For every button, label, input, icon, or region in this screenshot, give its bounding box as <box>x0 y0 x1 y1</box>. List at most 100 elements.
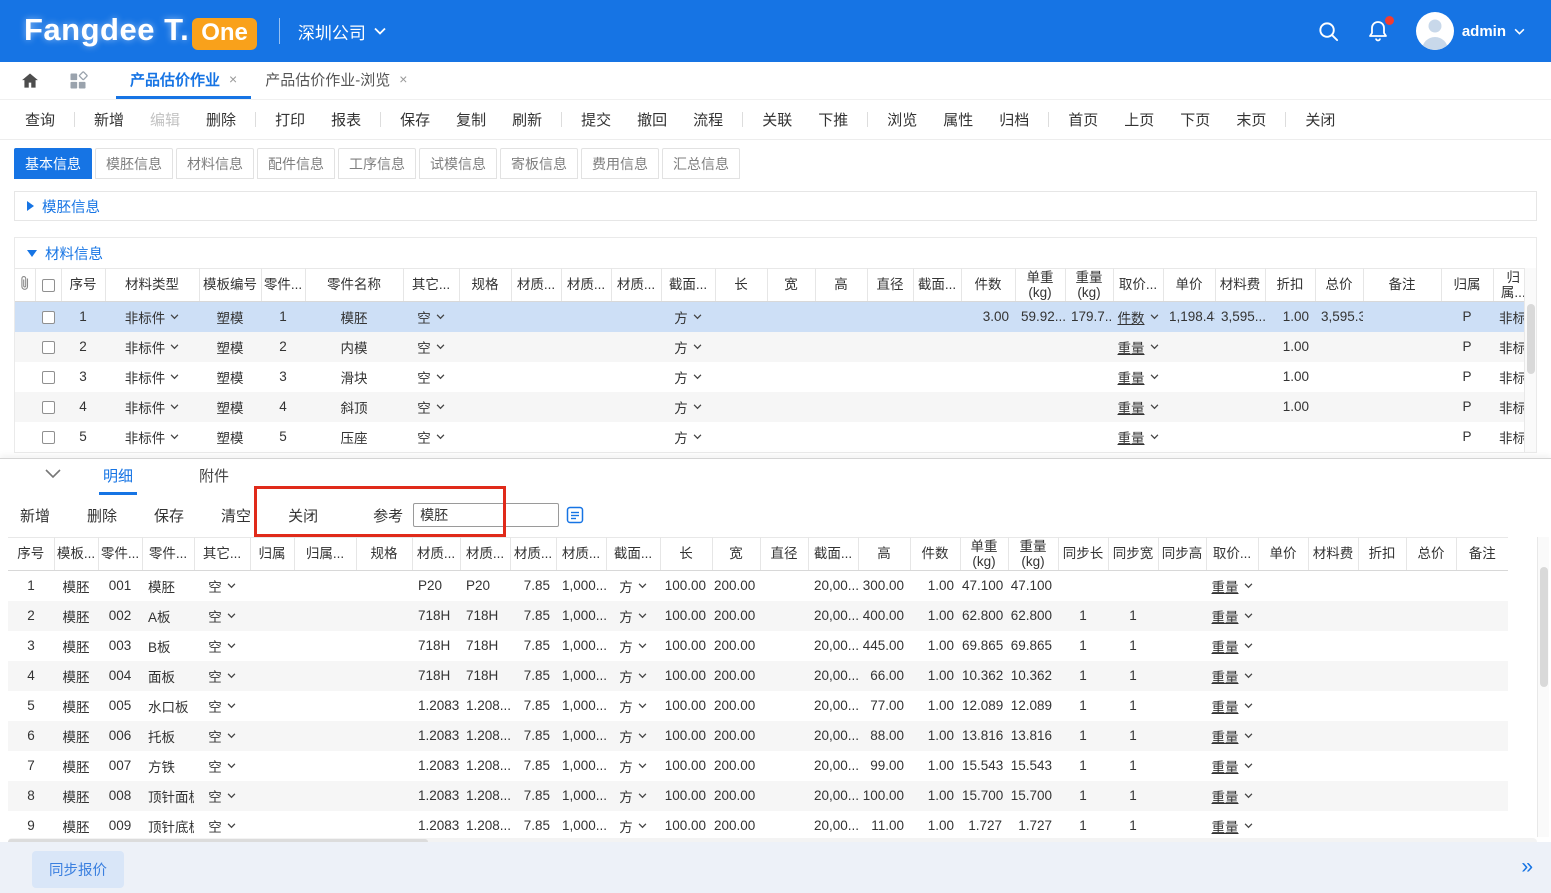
cell-cb[interactable] <box>35 332 61 362</box>
cell-price_mode[interactable]: 重量 <box>1206 661 1258 691</box>
cell-other[interactable]: 空 <box>403 422 459 452</box>
cell-section[interactable]: 方 <box>606 811 660 838</box>
detail-toolbar-item[interactable]: 新增 <box>20 505 50 526</box>
toolbar-item[interactable]: 关闭 <box>1305 109 1335 130</box>
home-icon[interactable] <box>20 62 40 99</box>
table-row[interactable]: 2模胚002A板空718H718H7.851,000...方100.00200.… <box>8 601 1508 631</box>
info-tab[interactable]: 试模信息 <box>419 148 497 179</box>
table-row[interactable]: 2非标件塑模2内模空方重量1.00P非标件 <box>15 332 1533 362</box>
workspace-tab[interactable]: 产品估价作业-浏览× <box>251 62 421 99</box>
toolbar-item[interactable]: 复制 <box>456 109 486 130</box>
cell-other[interactable]: 空 <box>403 392 459 422</box>
cell-cb[interactable] <box>35 302 61 332</box>
cell-other[interactable]: 空 <box>194 571 250 601</box>
apps-grid-icon[interactable] <box>68 62 88 99</box>
cell-other[interactable]: 空 <box>194 631 250 661</box>
cell-section[interactable]: 方 <box>661 392 715 422</box>
cell-price_mode[interactable]: 件数 <box>1113 302 1163 332</box>
expand-right-icon[interactable]: » <box>1521 856 1533 877</box>
cell-price_mode[interactable]: 重量 <box>1206 781 1258 811</box>
workspace-tab[interactable]: 产品估价作业× <box>116 62 251 99</box>
table-row[interactable]: 6模胚006托板空1.2083H1.208...7.851,000...方100… <box>8 721 1508 751</box>
toolbar-item[interactable]: 查询 <box>25 109 55 130</box>
row-checkbox[interactable] <box>42 341 55 354</box>
cell-section[interactable]: 方 <box>661 332 715 362</box>
cell-price_mode[interactable]: 重量 <box>1113 332 1163 362</box>
toolbar-item[interactable]: 保存 <box>400 109 430 130</box>
bell-icon[interactable] <box>1366 19 1390 43</box>
toolbar-item[interactable]: 属性 <box>943 109 973 130</box>
cell-other[interactable]: 空 <box>403 302 459 332</box>
toolbar-item[interactable]: 报表 <box>331 109 361 130</box>
cell-other[interactable]: 空 <box>194 781 250 811</box>
cell-other[interactable]: 空 <box>194 751 250 781</box>
cell-other[interactable]: 空 <box>194 721 250 751</box>
row-checkbox[interactable] <box>42 311 55 324</box>
table-row[interactable]: 5模胚005水口板空1.2083H1.208...7.851,000...方10… <box>8 691 1508 721</box>
tab-close-icon[interactable]: × <box>229 71 237 87</box>
cell-price_mode[interactable]: 重量 <box>1113 392 1163 422</box>
toolbar-item[interactable]: 下页 <box>1180 109 1210 130</box>
cell-section[interactable]: 方 <box>606 661 660 691</box>
cell-price_mode[interactable]: 重量 <box>1206 751 1258 781</box>
detail-toolbar-item[interactable]: 清空 <box>221 505 251 526</box>
table-row[interactable]: 5非标件塑模5压座空方重量P非标件 <box>15 422 1533 452</box>
cell-other[interactable]: 空 <box>194 691 250 721</box>
tab-close-icon[interactable]: × <box>399 71 407 87</box>
cell-material_type[interactable]: 非标件 <box>105 362 199 392</box>
cell-material_type[interactable]: 非标件 <box>105 392 199 422</box>
table-row[interactable]: 8模胚008顶针面板空1.2083H1.208...7.851,000...方1… <box>8 781 1508 811</box>
cell-section[interactable]: 方 <box>606 571 660 601</box>
cell-other[interactable]: 空 <box>194 811 250 838</box>
cell-material_type[interactable]: 非标件 <box>105 302 199 332</box>
material-table-scrollbar[interactable] <box>1524 268 1536 452</box>
cell-section[interactable]: 方 <box>606 721 660 751</box>
cell-price_mode[interactable]: 重量 <box>1113 422 1163 452</box>
toolbar-item[interactable]: 下推 <box>818 109 848 130</box>
info-tab[interactable]: 材料信息 <box>176 148 254 179</box>
toolbar-item[interactable]: 流程 <box>693 109 723 130</box>
cell-section[interactable]: 方 <box>661 362 715 392</box>
cell-other[interactable]: 空 <box>194 601 250 631</box>
cell-section[interactable]: 方 <box>661 302 715 332</box>
info-tab[interactable]: 模胚信息 <box>95 148 173 179</box>
cell-price_mode[interactable]: 重量 <box>1206 571 1258 601</box>
table-row[interactable]: 3模胚003B板空718H718H7.851,000...方100.00200.… <box>8 631 1508 661</box>
detail-toolbar-item[interactable]: 保存 <box>154 505 184 526</box>
table-row[interactable]: 3非标件塑模3滑块空方重量1.00P非标件 <box>15 362 1533 392</box>
cell-cb[interactable] <box>35 362 61 392</box>
collapse-panel-icon[interactable] <box>45 469 61 479</box>
row-checkbox[interactable] <box>42 371 55 384</box>
cell-price_mode[interactable]: 重量 <box>1206 811 1258 838</box>
toolbar-item[interactable]: 新增 <box>94 109 124 130</box>
search-icon[interactable] <box>1317 20 1340 43</box>
info-tab[interactable]: 基本信息 <box>14 148 92 179</box>
cell-section[interactable]: 方 <box>606 601 660 631</box>
cell-price_mode[interactable]: 重量 <box>1206 721 1258 751</box>
company-selector[interactable]: 深圳公司 <box>298 19 386 44</box>
row-checkbox[interactable] <box>42 431 55 444</box>
detail-toolbar-item[interactable]: 关闭 <box>288 505 318 526</box>
cell-other[interactable]: 空 <box>403 332 459 362</box>
cell-section[interactable]: 方 <box>661 422 715 452</box>
cell-section[interactable]: 方 <box>606 691 660 721</box>
cell-material_type[interactable]: 非标件 <box>105 332 199 362</box>
table-row[interactable]: 7模胚007方铁空1.2083H1.208...7.851,000...方100… <box>8 751 1508 781</box>
cell-price_mode[interactable]: 重量 <box>1206 601 1258 631</box>
table-row[interactable]: 1模胚001模胚空P20P207.851,000...方100.00200.00… <box>8 571 1508 601</box>
row-checkbox[interactable] <box>42 401 55 414</box>
info-tab[interactable]: 寄板信息 <box>500 148 578 179</box>
table-row[interactable]: 4非标件塑模4斜顶空方重量1.00P非标件 <box>15 392 1533 422</box>
toolbar-item[interactable]: 浏览 <box>887 109 917 130</box>
table-row[interactable]: 4模胚004面板空718H718H7.851,000...方100.00200.… <box>8 661 1508 691</box>
cell-price_mode[interactable]: 重量 <box>1206 631 1258 661</box>
table-row[interactable]: 9模胚009顶针底板空1.2083H1.208...7.851,000...方1… <box>8 811 1508 838</box>
table-row[interactable]: 1非标件塑模1模胚空方3.0059.92...179.7...件数1,198.4… <box>15 302 1533 332</box>
toolbar-item[interactable]: 关联 <box>762 109 792 130</box>
reference-input[interactable] <box>413 503 559 527</box>
detail-table-scrollbar[interactable] <box>1537 537 1549 837</box>
lookup-icon[interactable] <box>566 506 584 524</box>
detail-toolbar-item[interactable]: 删除 <box>87 505 117 526</box>
sync-quote-button[interactable]: 同步报价 <box>32 851 124 888</box>
detail-tab[interactable]: 附件 <box>195 457 233 495</box>
